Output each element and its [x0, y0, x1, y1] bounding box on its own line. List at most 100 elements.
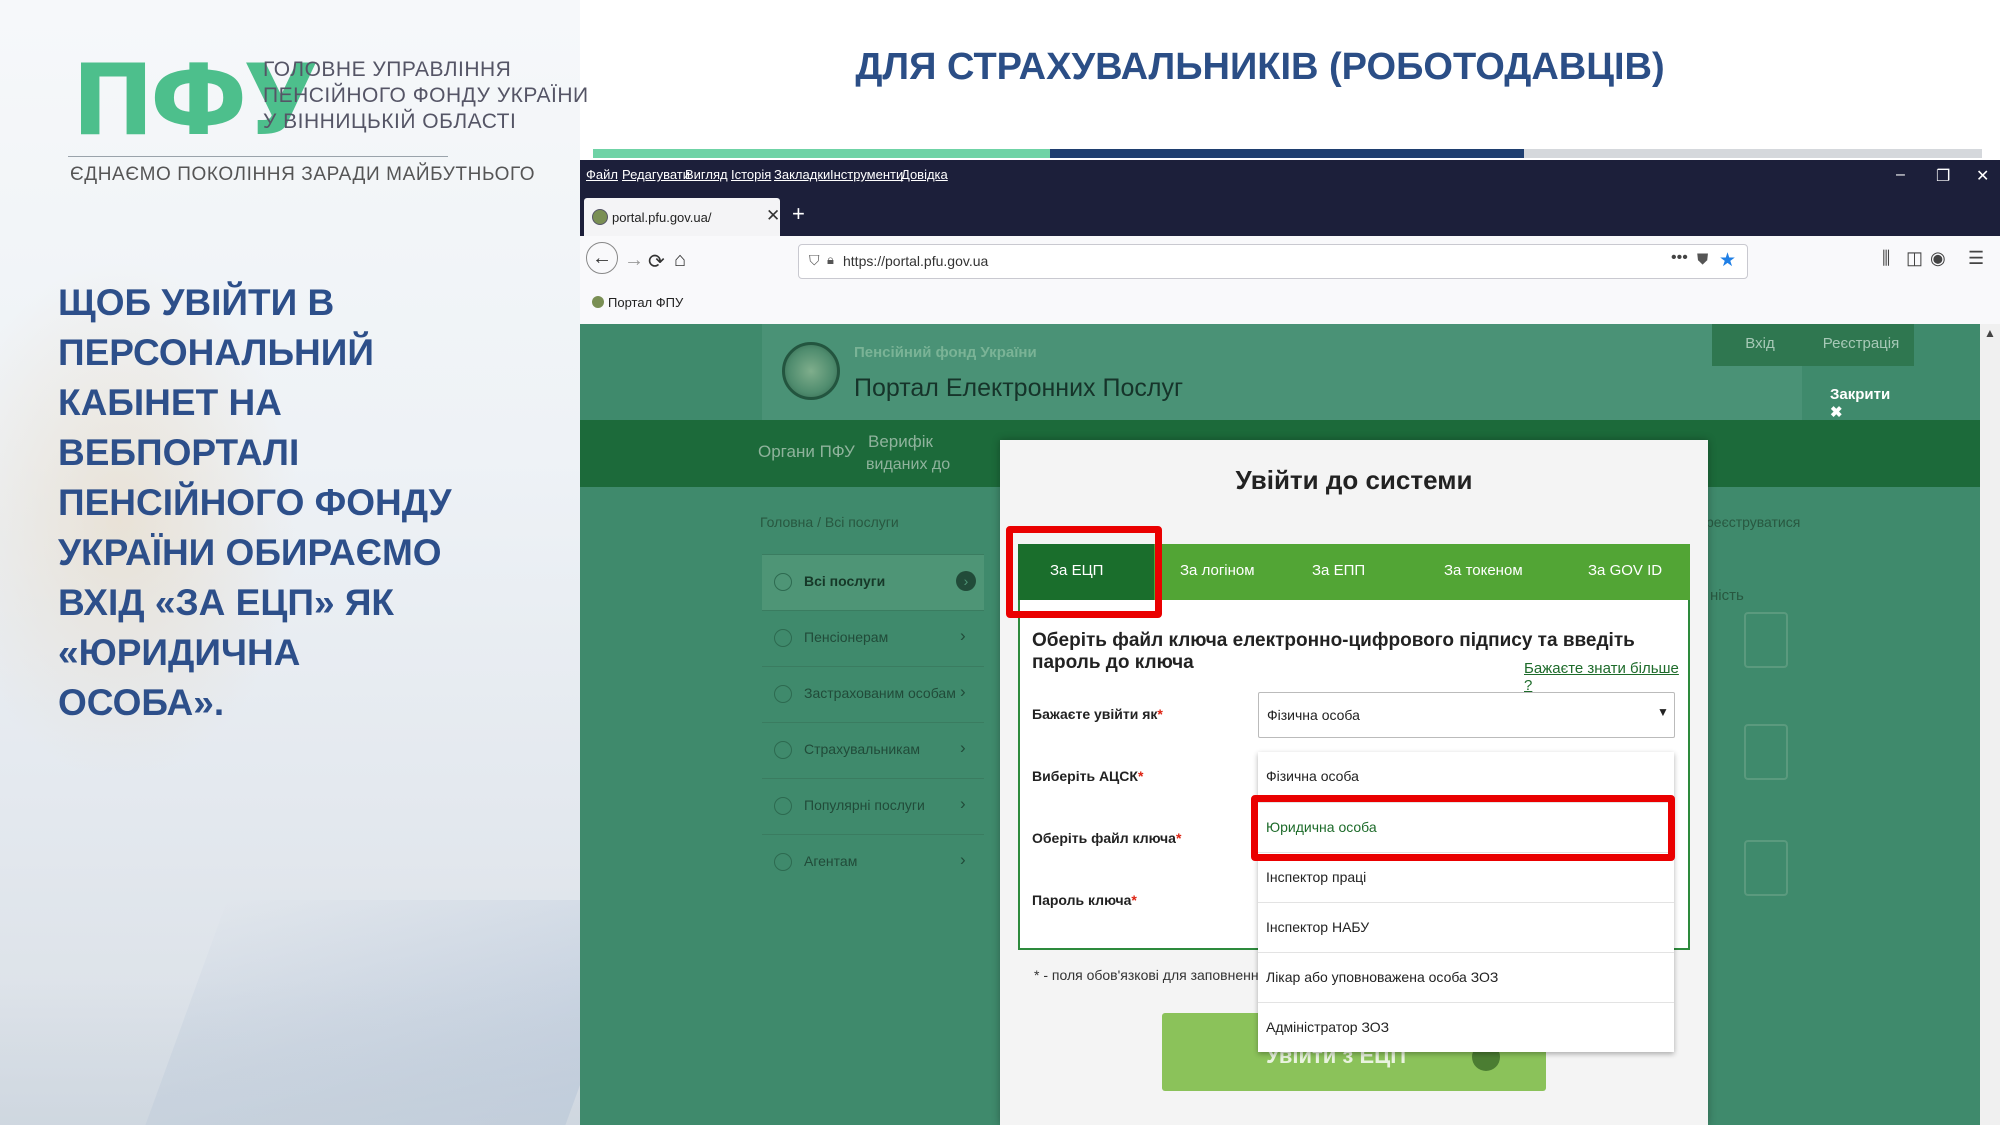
sidebar-icon[interactable]: ◫ — [1906, 248, 1923, 269]
caret-down-icon: ▼ — [1657, 705, 1669, 719]
forward-icon[interactable]: → — [624, 249, 644, 272]
minimize-button[interactable]: – — [1896, 166, 1905, 184]
scroll-up-icon[interactable]: ▲ — [1984, 326, 1996, 340]
instruction-line: ОСОБА». — [58, 682, 225, 723]
tab-close-icon[interactable]: ✕ — [766, 206, 780, 226]
field-label-password: Пароль ключа* — [1032, 892, 1137, 908]
maximize-button[interactable]: ❐ — [1936, 166, 1950, 186]
bookmark-portal-pfu[interactable]: Портал ФПУ — [608, 295, 683, 310]
option-zoz-admin[interactable]: Адміністратор ЗОЗ — [1258, 1002, 1674, 1053]
shield-icon[interactable]: ⛉ — [809, 252, 820, 269]
menu-history[interactable]: Історія — [731, 167, 771, 182]
menu-bar: Файл Редагувати Вигляд Історія Закладки … — [580, 160, 2000, 190]
nav-toolbar: ← → ⟳ ⌂ ⛉ 🔒︎ https://portal.pfu.gov.ua •… — [580, 236, 2000, 286]
chevron-right-icon: › — [960, 682, 966, 701]
menu-help[interactable]: Довідка — [901, 167, 948, 182]
tab-gov-id[interactable]: За GOV ID — [1588, 562, 1662, 579]
option-nabu-inspector[interactable]: Інспектор НАБУ — [1258, 902, 1674, 953]
reload-icon[interactable]: ⟳ — [648, 249, 665, 274]
tab-token[interactable]: За токеном — [1444, 562, 1523, 579]
home-icon[interactable]: ⌂ — [674, 249, 686, 272]
sidebar-item-popular[interactable]: Популярні послуги › — [762, 778, 984, 835]
services-sidebar: Всі послуги › Пенсіонерам › Застраховани… — [762, 554, 984, 894]
org-name-line-2: ПЕНСІЙНОГО ФОНДУ УКРАЇНИ — [263, 84, 589, 107]
close-link[interactable]: Закрити ✖ — [1830, 386, 1890, 421]
sidebar-item-label: Застрахованим особам — [804, 685, 956, 701]
document-icon — [1744, 724, 1788, 780]
instruction-line: ВЕБПОРТАЛІ — [58, 432, 300, 473]
sidebar-item-all[interactable]: Всі послуги › — [762, 554, 984, 611]
bookmark-star-icon[interactable]: ★ — [1719, 249, 1736, 272]
menu-bookmarks[interactable]: Закладки — [774, 167, 830, 182]
browser-tab[interactable]: portal.pfu.gov.ua/ ✕ — [584, 198, 780, 236]
login-as-select[interactable]: Фізична особа ▼ — [1258, 692, 1675, 738]
pfu-favicon-icon — [592, 209, 608, 225]
register-button-label: Реєстрація — [1822, 335, 1900, 352]
sidebar-item-insured[interactable]: Застрахованим особам › — [762, 666, 984, 723]
register-button[interactable]: Реєстрація — [1808, 324, 1914, 366]
close-window-button[interactable]: ✕ — [1976, 166, 1989, 186]
bookmarks-bar: Портал ФПУ — [580, 286, 2000, 325]
nav-verification[interactable]: Верифік — [868, 432, 933, 452]
tab-epp[interactable]: За ЕПП — [1312, 562, 1365, 579]
accent-bar-green — [593, 149, 1050, 158]
option-label: Адміністратор ЗОЗ — [1266, 1019, 1390, 1035]
chevron-right-icon: › — [960, 738, 966, 757]
field-label-text: Пароль ключа — [1032, 892, 1132, 908]
pocket-icon[interactable]: ⛊ — [1697, 251, 1708, 268]
register-link[interactable]: реєструватися — [1706, 514, 1800, 530]
account-icon[interactable]: ◉ — [1930, 248, 1946, 269]
scrollbar[interactable]: ▲ — [1980, 324, 2000, 1125]
sidebar-item-insurers[interactable]: Страхувальникам › — [762, 722, 984, 779]
login-button[interactable]: Вхід — [1712, 324, 1808, 366]
option-doctor[interactable]: Лікар або уповноважена особа ЗОЗ — [1258, 952, 1674, 1003]
required-asterisk: * — [1157, 706, 1163, 722]
info-icon — [774, 741, 792, 759]
tab-login[interactable]: За логіном — [1180, 562, 1255, 579]
accent-bar-gray — [1524, 149, 1982, 158]
nav-organs-pfu[interactable]: Органи ПФУ — [758, 442, 855, 462]
sidebar-item-label: Страхувальникам — [804, 741, 921, 757]
field-label-text: Оберіть файл ключа — [1032, 830, 1176, 846]
org-name-line-3: У ВІННИЦЬКІЙ ОБЛАСТІ — [263, 110, 517, 133]
instruction-line: ЩОБ УВІЙТИ В — [58, 282, 335, 323]
nav-verification-line-2[interactable]: виданих до — [866, 456, 950, 474]
breadcrumb[interactable]: Головна / Всі послуги — [760, 514, 899, 530]
library-icon[interactable]: ⫼ — [1882, 248, 1890, 269]
sidebar-item-label: Пенсіонерам — [804, 629, 889, 645]
tab-strip: portal.pfu.gov.ua/ ✕ + — [580, 190, 2000, 236]
url-bar[interactable]: ⛉ 🔒︎ https://portal.pfu.gov.ua ••• ⛊ ★ — [798, 244, 1748, 279]
menu-edit[interactable]: Редагувати — [622, 167, 690, 182]
new-tab-icon[interactable]: + — [792, 201, 805, 227]
instruction-line: ПЕРСОНАЛЬНИЙ — [58, 332, 374, 373]
field-label-acsk: Виберіть АЦСК* — [1032, 768, 1143, 784]
url-text: https://portal.pfu.gov.ua — [843, 253, 989, 269]
chevron-right-icon: › — [960, 794, 966, 813]
back-icon[interactable]: ← — [586, 242, 618, 274]
learn-more-link[interactable]: Бажаєте знати більше ? — [1524, 660, 1688, 694]
sidebar-item-label: Агентам — [804, 853, 858, 869]
option-label: Інспектор праці — [1266, 869, 1367, 885]
menu-view[interactable]: Вигляд — [685, 167, 728, 182]
pensioner-icon — [774, 629, 792, 647]
sidebar-item-pensioners[interactable]: Пенсіонерам › — [762, 610, 984, 667]
checklist-icon — [1744, 840, 1788, 896]
sidebar-item-agents[interactable]: Агентам › — [762, 834, 984, 891]
accent-bar-navy — [1050, 149, 1524, 158]
field-label-key-file: Оберіть файл ключа* — [1032, 830, 1181, 846]
required-note: * - поля обов'язкові для заповнення — [1034, 967, 1267, 983]
slide-title: ДЛЯ СТРАХУВАЛЬНИКІВ (РОБОТОДАВЦІВ) — [855, 46, 1665, 88]
instruction-line: «ЮРИДИЧНА — [58, 632, 301, 673]
sidebar-item-label: Популярні послуги — [804, 797, 925, 813]
required-asterisk: * — [1175, 830, 1182, 846]
page-actions-icon[interactable]: ••• — [1671, 249, 1688, 267]
menu-file[interactable]: Файл — [586, 167, 618, 182]
lock-icon[interactable]: 🔒︎ — [827, 252, 834, 268]
star-icon — [774, 797, 792, 815]
field-label-text: Виберіть АЦСК — [1032, 768, 1138, 784]
pfu-emblem-icon — [782, 342, 840, 400]
service-card-title: ність — [1710, 587, 1744, 604]
hamburger-menu-icon[interactable]: ☰ — [1968, 248, 1984, 269]
menu-tools[interactable]: Інструменти — [830, 167, 903, 182]
highlight-frame-ecp-tab — [1006, 526, 1162, 618]
